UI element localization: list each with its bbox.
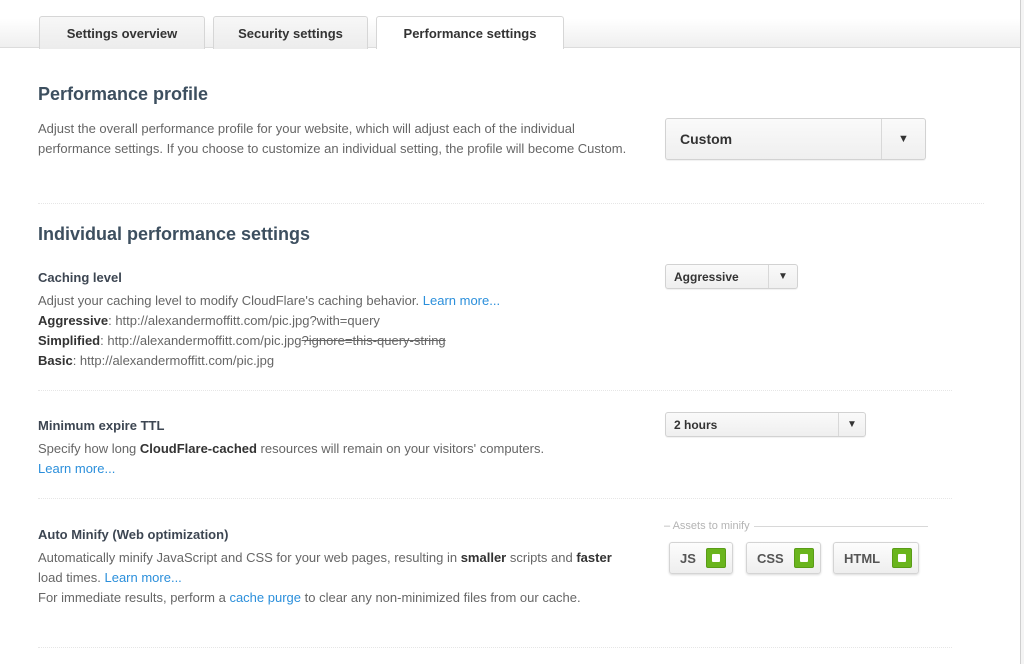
profile-description: Adjust the overall performance profile f…: [38, 121, 627, 156]
minify-desc-text: For immediate results, perform a: [38, 590, 230, 605]
caching-learn-more-link[interactable]: Learn more...: [423, 293, 500, 308]
ttl-select[interactable]: 2 hours ▼: [665, 412, 866, 437]
divider: [38, 498, 952, 499]
minify-desc-text: to clear any non-minimized files from ou…: [301, 590, 581, 605]
minify-css-label: CSS: [757, 550, 784, 566]
checkbox-on-icon[interactable]: [892, 548, 912, 568]
minify-desc-text: load times.: [38, 570, 105, 585]
legend-line: [753, 525, 928, 527]
minify-desc-text: scripts and: [506, 550, 577, 565]
ttl-title: Minimum expire TTL: [38, 418, 165, 433]
assets-to-minify-legend: – Assets to minify: [664, 519, 928, 533]
tab-label: Security settings: [238, 25, 343, 41]
ttl-desc-text: resources will remain on your visitors' …: [256, 441, 545, 456]
caching-description: Adjust your caching level to modify Clou…: [38, 291, 638, 371]
profile-select-value: Custom: [680, 131, 733, 147]
chevron-down-icon: ▼: [768, 265, 797, 288]
tab-performance-settings[interactable]: Performance settings: [376, 16, 564, 49]
cache-purge-link[interactable]: cache purge: [229, 590, 301, 605]
chevron-down-icon: ▼: [881, 119, 925, 159]
tab-bar: Settings overview Security settings Perf…: [0, 0, 1020, 49]
aggressive-url: : http://alexandermoffitt.com/pic.jpg?wi…: [108, 313, 380, 328]
minify-description: Automatically minify JavaScript and CSS …: [38, 548, 628, 608]
tab-label: Performance settings: [403, 25, 537, 41]
minify-learn-more-link[interactable]: Learn more...: [104, 570, 181, 585]
ttl-learn-more-link[interactable]: Learn more...: [38, 461, 115, 476]
minify-js-label: JS: [680, 550, 696, 566]
minify-desc-bold: faster: [576, 550, 612, 565]
minify-js-toggle[interactable]: JS: [669, 542, 733, 574]
ttl-desc-text: Specify how long: [38, 441, 140, 456]
aggressive-label: Aggressive: [38, 313, 109, 328]
minify-desc-text: Automatically minify JavaScript and CSS …: [38, 550, 461, 565]
ttl-description: Specify how long CloudFlare-cached resou…: [38, 439, 638, 479]
profile-select[interactable]: Custom ▼: [665, 118, 926, 160]
minify-html-label: HTML: [844, 550, 881, 566]
simplified-label: Simplified: [38, 333, 101, 348]
checkbox-on-icon[interactable]: [706, 548, 726, 568]
tab-settings-overview[interactable]: Settings overview: [39, 16, 205, 49]
simplified-struck-query: ?ignore=this-query-string: [301, 333, 446, 348]
simplified-url: : http://alexandermoffitt.com/pic.jpg: [100, 333, 302, 348]
scrollbar[interactable]: [1020, 0, 1024, 664]
minify-desc-bold: smaller: [460, 550, 507, 565]
caching-select-value: Aggressive: [674, 269, 739, 284]
chevron-down-icon: ▼: [838, 413, 865, 436]
basic-url: : http://alexandermoffitt.com/pic.jpg: [72, 353, 275, 368]
minify-css-toggle[interactable]: CSS: [746, 542, 821, 574]
profile-heading: Performance profile: [38, 84, 209, 104]
legend-label: – Assets to minify: [664, 520, 750, 532]
ttl-desc-bold: CloudFlare-cached: [139, 441, 257, 456]
divider: [38, 203, 984, 204]
ttl-select-value: 2 hours: [674, 417, 718, 432]
minify-html-toggle[interactable]: HTML: [833, 542, 919, 574]
caching-desc-text: Adjust your caching level to modify Clou…: [38, 293, 423, 308]
tab-label: Settings overview: [66, 25, 178, 41]
divider: [38, 390, 952, 391]
minify-title: Auto Minify (Web optimization): [38, 527, 229, 542]
caching-title: Caching level: [38, 270, 122, 285]
divider: [38, 647, 952, 648]
individual-heading: Individual performance settings: [38, 224, 311, 244]
basic-label: Basic: [38, 353, 73, 368]
tab-security-settings[interactable]: Security settings: [213, 16, 368, 49]
checkbox-on-icon[interactable]: [794, 548, 814, 568]
caching-level-select[interactable]: Aggressive ▼: [665, 264, 798, 289]
